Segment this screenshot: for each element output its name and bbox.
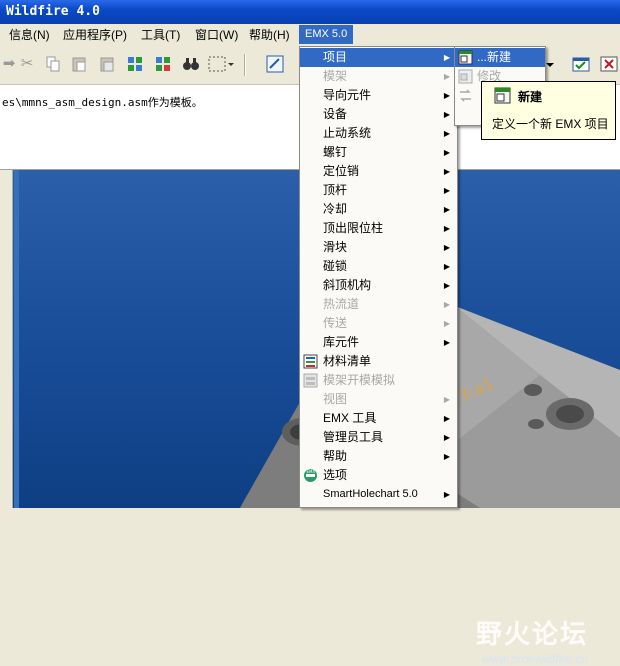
submenu-arrow-icon: ▶ [443, 300, 450, 309]
regenerate-icon[interactable] [126, 55, 144, 73]
menu-window[interactable]: 窗口(W) [192, 27, 241, 43]
find-icon[interactable] [182, 55, 200, 73]
submenu-arrow-icon: ▶ [443, 205, 450, 214]
menu-emx[interactable]: EMX 5.0 [299, 25, 354, 44]
submenu-arrow-icon: ▶ [443, 414, 450, 423]
simulation-icon [303, 373, 318, 388]
submenu-arrow-icon: ▶ [443, 281, 450, 290]
menu-item-help[interactable]: 帮助 ▶ [300, 447, 457, 466]
menu-item-mold-opening-sim[interactable]: 模架开模模拟 [300, 371, 457, 390]
new-project-icon [458, 50, 473, 65]
menu-item-library[interactable]: 库元件 ▶ [300, 333, 457, 352]
menu-item-options[interactable]: EMX 选项 [300, 466, 457, 485]
emx-dropdown-menu: 项目 ▶ 模架 ▶ 导向元件 ▶ 设备 ▶ 止动系统 ▶ 螺钉 ▶ 定位销 ▶ … [299, 46, 458, 508]
menu-item-screws[interactable]: 螺钉 ▶ [300, 143, 457, 162]
submenu-arrow-icon: ▶ [443, 319, 450, 328]
menu-item-stop-pins[interactable]: 顶出限位柱 ▶ [300, 219, 457, 238]
tooltip-description: 定义一个新 EMX 项目 [492, 117, 609, 131]
submenu-arrow-icon: ▶ [443, 110, 450, 119]
submenu-arrow-icon: ▶ [443, 53, 450, 62]
watermark-text: 野火论坛 [476, 620, 589, 650]
sketch-icon[interactable] [266, 55, 284, 73]
menu-item-equipment[interactable]: 设备 ▶ [300, 105, 457, 124]
menu-item-emx-tools[interactable]: EMX 工具 ▶ [300, 409, 457, 428]
left-model-tree-edge [14, 170, 19, 508]
paste-special-icon[interactable] [98, 55, 116, 73]
menu-item-latch-lock[interactable]: 碰锁 ▶ [300, 257, 457, 276]
submenu-arrow-icon: ▶ [443, 91, 450, 100]
window-title: Wildfire 4.0 [6, 4, 100, 19]
submenu-arrow-icon: ▶ [443, 262, 450, 271]
title-bar: Wildfire 4.0 [0, 0, 620, 24]
watermark-url: www.proewildfire.cn [482, 652, 589, 666]
arrow-icon[interactable]: ➡ [0, 55, 18, 73]
menu-info[interactable]: 信息(N) [6, 27, 53, 43]
options-icon: EMX [303, 468, 318, 483]
tooltip-title: 新建 [518, 90, 543, 104]
submenu-arrow-icon: ▶ [443, 433, 450, 442]
menu-item-cooling[interactable]: 冷却 ▶ [300, 200, 457, 219]
submenu-arrow-icon: ▶ [443, 186, 450, 195]
dropdown-arrow-icon[interactable] [545, 55, 555, 73]
left-toolbar-strip [0, 170, 13, 508]
menu-item-stop-system[interactable]: 止动系统 ▶ [300, 124, 457, 143]
regenerate-manager-icon[interactable] [154, 55, 172, 73]
submenu-arrow-icon: ▶ [443, 395, 450, 404]
tooltip: 新建 定义一个新 EMX 项目 [481, 81, 616, 140]
submenu-arrow-icon: ▶ [443, 167, 450, 176]
menu-item-transfer[interactable]: 传送 ▶ [300, 314, 457, 333]
bom-icon [303, 354, 318, 369]
message-text: es\mmns_asm_design.asm作为模板。 [2, 96, 203, 109]
menu-item-admin-tools[interactable]: 管理员工具 ▶ [300, 428, 457, 447]
new-project-icon [494, 87, 511, 104]
transfer-project-icon [458, 88, 473, 103]
select-box-icon[interactable] [208, 55, 234, 73]
menu-tools[interactable]: 工具(T) [138, 27, 183, 43]
paste-icon[interactable] [70, 55, 88, 73]
modify-project-icon [458, 69, 473, 84]
menu-bar: 信息(N) 应用程序(P) 工具(T) 窗口(W) 帮助(H) EMX 5.0 [0, 24, 620, 47]
submenu-arrow-icon: ▶ [443, 243, 450, 252]
close-window-icon[interactable] [600, 55, 618, 73]
submenu-item-new[interactable]: ...新建 [455, 48, 545, 67]
menu-item-ejector-pins[interactable]: 顶杆 ▶ [300, 181, 457, 200]
checked-window-icon[interactable] [572, 55, 590, 73]
menu-item-hot-runner[interactable]: 热流道 ▶ [300, 295, 457, 314]
svg-text:EMX: EMX [307, 469, 316, 474]
menu-item-project[interactable]: 项目 ▶ [300, 48, 457, 67]
submenu-arrow-icon: ▶ [443, 72, 450, 81]
submenu-arrow-icon: ▶ [443, 224, 450, 233]
menu-item-slider[interactable]: 滑块 ▶ [300, 238, 457, 257]
menu-item-moldbase[interactable]: 模架 ▶ [300, 67, 457, 86]
menu-item-smartholechart[interactable]: SmartHolechart 5.0 ▶ [300, 485, 457, 504]
submenu-arrow-icon: ▶ [443, 490, 450, 499]
menu-item-view[interactable]: 视图 ▶ [300, 390, 457, 409]
menu-item-dowels[interactable]: 定位销 ▶ [300, 162, 457, 181]
menu-applications[interactable]: 应用程序(P) [60, 27, 130, 43]
toolbar-separator [244, 54, 246, 76]
menu-help[interactable]: 帮助(H) [246, 27, 293, 43]
submenu-arrow-icon: ▶ [443, 338, 450, 347]
submenu-arrow-icon: ▶ [443, 129, 450, 138]
submenu-arrow-icon: ▶ [443, 452, 450, 461]
menu-item-bom[interactable]: 材料清单 [300, 352, 457, 371]
copy-icon[interactable] [44, 55, 62, 73]
submenu-arrow-icon: ▶ [443, 148, 450, 157]
menu-item-lifter[interactable]: 斜顶机构 ▶ [300, 276, 457, 295]
menu-item-guide[interactable]: 导向元件 ▶ [300, 86, 457, 105]
cut-icon[interactable]: ✂ [18, 55, 36, 73]
